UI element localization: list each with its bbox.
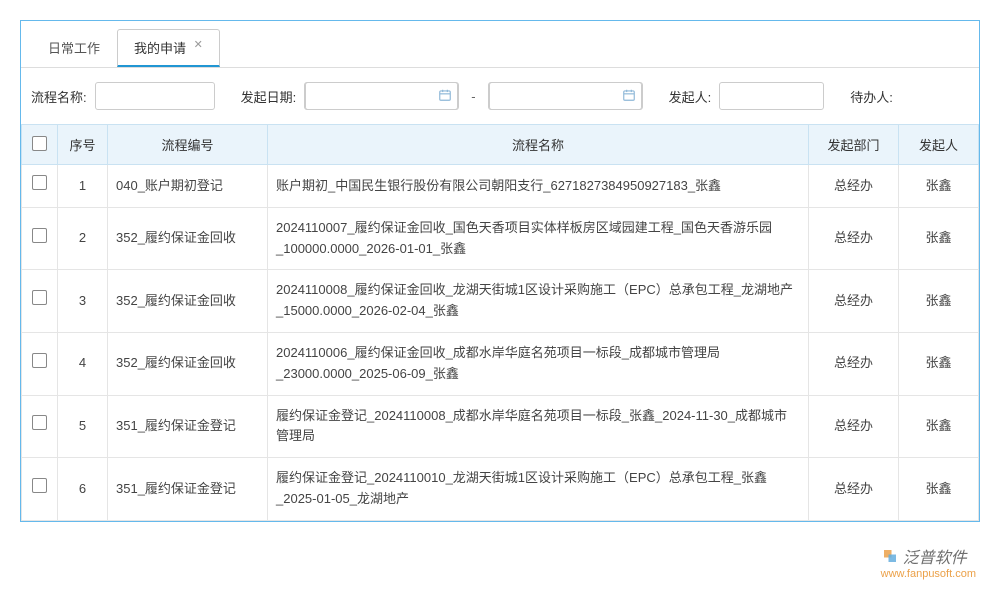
cell-seq: 3 (58, 270, 108, 333)
start-date-to-group[interactable] (488, 82, 643, 110)
watermark-brand: 泛普软件 (903, 544, 967, 568)
table-row[interactable]: 1040_账户期初登记账户期初_中国民生银行股份有限公司朝阳支行_6271827… (22, 165, 979, 208)
cell-dept: 总经办 (809, 332, 899, 395)
initiator-label: 发起人: (669, 87, 712, 106)
cell-person: 张鑫 (899, 395, 979, 458)
start-date-to-input[interactable] (489, 82, 642, 110)
logo-icon (881, 547, 899, 565)
cell-name: 履约保证金登记_2024110008_成都水岸华庭名苑项目一标段_张鑫_2024… (268, 395, 809, 458)
table-row[interactable]: 3352_履约保证金回收2024110008_履约保证金回收_龙湖天街城1区设计… (22, 270, 979, 333)
main-panel: 日常工作 我的申请 ✕ 流程名称: 发起日期: - 发起人: 待办人: (20, 20, 980, 522)
table-row[interactable]: 5351_履约保证金登记履约保证金登记_2024110008_成都水岸华庭名苑项… (22, 395, 979, 458)
row-checkbox[interactable] (32, 228, 47, 243)
initiator-input[interactable] (719, 82, 824, 110)
start-date-from-input[interactable] (305, 82, 458, 110)
watermark: 泛普软件 www.fanpusoft.com (881, 544, 976, 580)
cell-person: 张鑫 (899, 165, 979, 208)
process-name-input[interactable] (95, 82, 215, 110)
row-checkbox-cell (22, 207, 58, 270)
process-name-label: 流程名称: (31, 87, 87, 106)
row-checkbox-cell (22, 395, 58, 458)
filter-bar: 流程名称: 发起日期: - 发起人: 待办人: (21, 68, 979, 124)
cell-name: 2024110006_履约保证金回收_成都水岸华庭名苑项目一标段_成都城市管理局… (268, 332, 809, 395)
start-date-from-group[interactable] (304, 82, 459, 110)
cell-code: 352_履约保证金回收 (108, 270, 268, 333)
row-checkbox[interactable] (32, 290, 47, 305)
cell-seq: 2 (58, 207, 108, 270)
cell-code: 040_账户期初登记 (108, 165, 268, 208)
header-name[interactable]: 流程名称 (268, 125, 809, 165)
cell-code: 352_履约保证金回收 (108, 332, 268, 395)
calendar-icon[interactable] (438, 88, 452, 105)
row-checkbox-cell (22, 270, 58, 333)
cell-dept: 总经办 (809, 165, 899, 208)
table-row[interactable]: 2352_履约保证金回收2024110007_履约保证金回收_国色天香项目实体样… (22, 207, 979, 270)
start-date-label: 发起日期: (241, 87, 297, 106)
cell-seq: 5 (58, 395, 108, 458)
cell-dept: 总经办 (809, 207, 899, 270)
cell-person: 张鑫 (899, 332, 979, 395)
cell-seq: 6 (58, 458, 108, 521)
tab-label: 日常工作 (48, 41, 100, 56)
row-checkbox[interactable] (32, 415, 47, 430)
tab-my-applications[interactable]: 我的申请 ✕ (117, 29, 220, 67)
calendar-icon[interactable] (622, 88, 636, 105)
cell-name: 2024110008_履约保证金回收_龙湖天街城1区设计采购施工（EPC）总承包… (268, 270, 809, 333)
table-header-row: 序号 流程编号 流程名称 发起部门 发起人 (22, 125, 979, 165)
header-seq[interactable]: 序号 (58, 125, 108, 165)
date-separator: - (471, 89, 475, 104)
cell-code: 351_履约保证金登记 (108, 458, 268, 521)
cell-code: 351_履约保证金登记 (108, 395, 268, 458)
header-checkbox-cell (22, 125, 58, 165)
row-checkbox[interactable] (32, 478, 47, 493)
watermark-url: www.fanpusoft.com (881, 568, 976, 580)
row-checkbox-cell (22, 332, 58, 395)
cell-dept: 总经办 (809, 395, 899, 458)
select-all-checkbox[interactable] (32, 136, 47, 151)
close-icon[interactable]: ✕ (194, 39, 203, 51)
cell-code: 352_履约保证金回收 (108, 207, 268, 270)
cell-person: 张鑫 (899, 207, 979, 270)
cell-name: 履约保证金登记_2024110010_龙湖天街城1区设计采购施工（EPC）总承包… (268, 458, 809, 521)
cell-name: 账户期初_中国民生银行股份有限公司朝阳支行_627182738495092718… (268, 165, 809, 208)
tab-label: 我的申请 (134, 41, 186, 56)
row-checkbox-cell (22, 165, 58, 208)
header-dept[interactable]: 发起部门 (809, 125, 899, 165)
table-row[interactable]: 6351_履约保证金登记履约保证金登记_2024110010_龙湖天街城1区设计… (22, 458, 979, 521)
process-table: 序号 流程编号 流程名称 发起部门 发起人 1040_账户期初登记账户期初_中国… (21, 124, 979, 521)
tab-bar: 日常工作 我的申请 ✕ (21, 21, 979, 68)
cell-person: 张鑫 (899, 458, 979, 521)
row-checkbox-cell (22, 458, 58, 521)
cell-name: 2024110007_履约保证金回收_国色天香项目实体样板房区域园建工程_国色天… (268, 207, 809, 270)
cell-seq: 1 (58, 165, 108, 208)
table-row[interactable]: 4352_履约保证金回收2024110006_履约保证金回收_成都水岸华庭名苑项… (22, 332, 979, 395)
cell-person: 张鑫 (899, 270, 979, 333)
cell-seq: 4 (58, 332, 108, 395)
header-person[interactable]: 发起人 (899, 125, 979, 165)
cell-dept: 总经办 (809, 270, 899, 333)
watermark-logo: 泛普软件 (881, 544, 976, 568)
header-code[interactable]: 流程编号 (108, 125, 268, 165)
row-checkbox[interactable] (32, 175, 47, 190)
row-checkbox[interactable] (32, 353, 47, 368)
tab-daily-work[interactable]: 日常工作 (31, 29, 117, 67)
handler-label: 待办人: (850, 87, 893, 106)
cell-dept: 总经办 (809, 458, 899, 521)
